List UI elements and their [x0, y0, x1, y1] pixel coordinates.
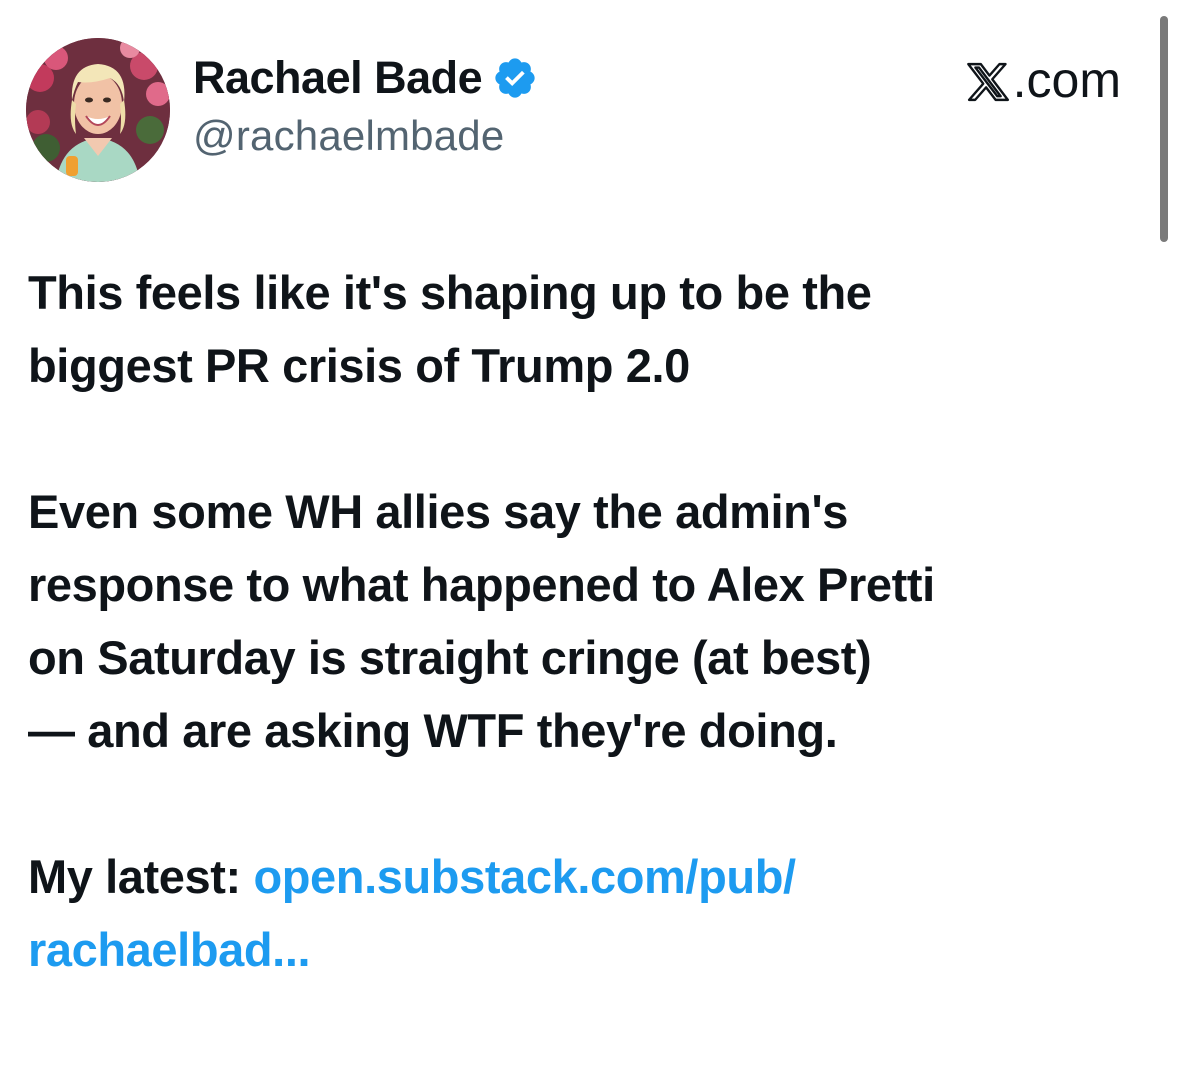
brand-domain-label: .com	[1012, 52, 1121, 108]
author-name-row: Rachael Bade	[193, 48, 538, 108]
tweet-line: response to what happened to Alex Pretti	[28, 558, 935, 611]
avatar[interactable]	[26, 38, 170, 182]
author-handle[interactable]: @rachaelmbade	[193, 112, 504, 160]
tweet-text: This feels like it's shaping up to be th…	[28, 256, 1138, 986]
profile-photo	[26, 38, 170, 182]
link-prefix: My latest:	[28, 850, 254, 903]
tweet-line: — and are asking WTF they're doing.	[28, 704, 838, 757]
tweet-link-line: My latest: open.substack.com/pub/	[28, 840, 1138, 913]
substack-link-continued[interactable]: rachaelbad...	[28, 913, 1138, 986]
tweet-line: on Saturday is straight cringe (at best)	[28, 631, 872, 684]
scrollbar[interactable]	[1160, 16, 1168, 242]
brand-watermark: .com	[965, 50, 1121, 110]
verified-badge-icon	[492, 55, 538, 101]
author-display-name[interactable]: Rachael Bade	[193, 52, 483, 104]
x-logo-icon	[965, 58, 1011, 102]
substack-link[interactable]: open.substack.com/pub/	[253, 850, 796, 903]
tweet-line: biggest PR crisis of Trump 2.0	[28, 339, 690, 392]
tweet-line: Even some WH allies say the admin's	[28, 485, 848, 538]
tweet-line: This feels like it's shaping up to be th…	[28, 266, 872, 319]
